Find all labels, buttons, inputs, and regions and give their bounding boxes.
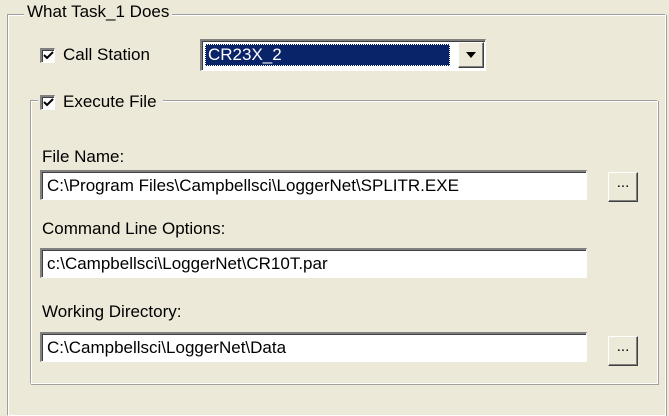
working-directory-browse-button[interactable]: ... bbox=[608, 336, 638, 366]
station-dropdown[interactable]: CR23X_2 bbox=[200, 39, 486, 71]
dropdown-button[interactable] bbox=[458, 42, 484, 68]
execute-file-label: Execute File bbox=[63, 92, 157, 111]
file-name-input[interactable]: C:\Program Files\Campbellsci\LoggerNet\S… bbox=[40, 170, 587, 200]
call-station-label: Call Station bbox=[63, 45, 150, 64]
groupbox-title: What Task_1 Does bbox=[24, 2, 173, 22]
call-station-checkbox-row[interactable]: Call Station bbox=[40, 45, 156, 65]
file-name-label: File Name: bbox=[42, 147, 125, 166]
execute-file-checkbox[interactable] bbox=[40, 94, 55, 110]
working-directory-input[interactable]: C:\Campbellsci\LoggerNet\Data bbox=[40, 332, 587, 362]
chevron-down-icon bbox=[466, 52, 476, 58]
execute-file-checkbox-row[interactable]: Execute File bbox=[38, 92, 163, 112]
check-icon bbox=[42, 98, 54, 107]
file-name-browse-button[interactable]: ... bbox=[608, 172, 638, 202]
call-station-checkbox[interactable] bbox=[40, 47, 55, 63]
command-line-label: Command Line Options: bbox=[42, 219, 226, 238]
command-line-input[interactable]: c:\Campbellsci\LoggerNet\CR10T.par bbox=[40, 248, 587, 278]
working-directory-label: Working Directory: bbox=[42, 302, 182, 321]
check-icon bbox=[42, 51, 54, 60]
station-selected-value: CR23X_2 bbox=[205, 44, 450, 66]
